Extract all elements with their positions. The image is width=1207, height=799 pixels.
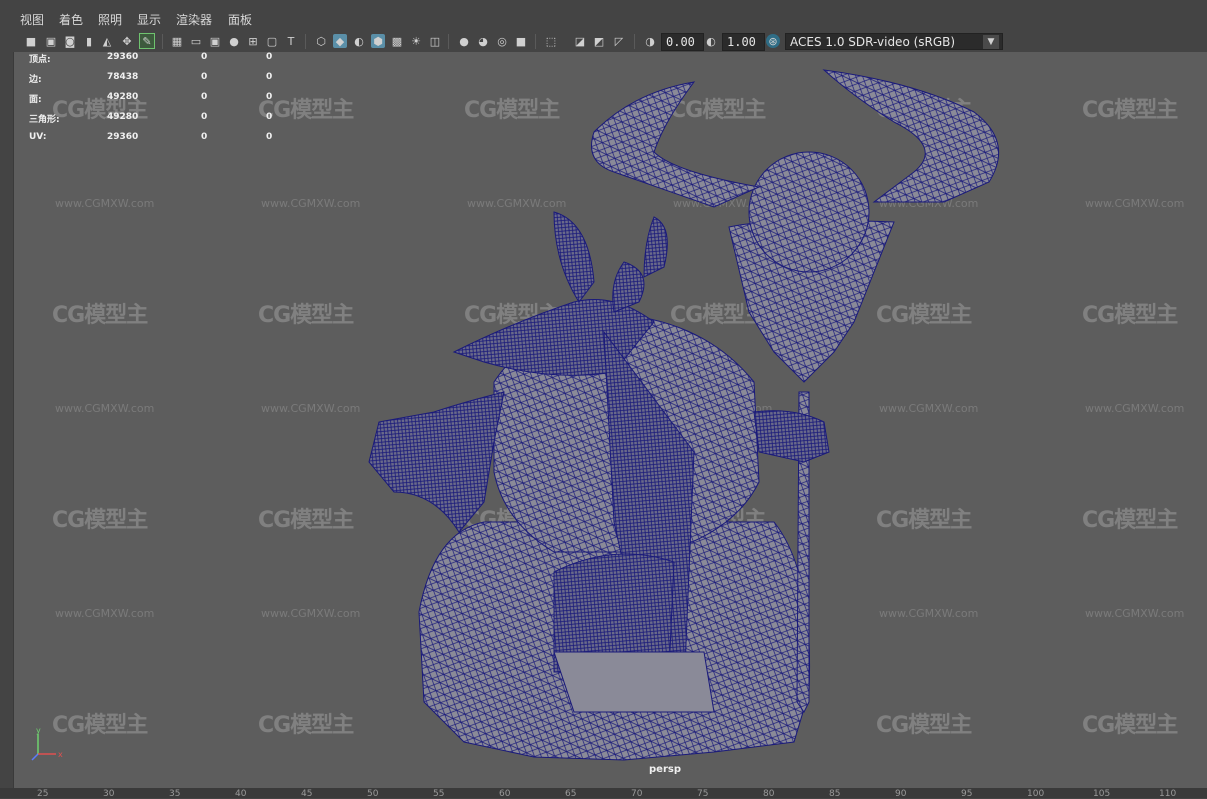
flat-shade-icon[interactable]: ◐ [352,34,366,48]
menu-panels[interactable]: 面板 [228,11,252,28]
smooth-shade-icon[interactable]: ◆ [333,34,347,48]
safe-title-icon[interactable]: T [284,34,298,48]
ambient-occlusion-icon[interactable]: ● [457,34,471,48]
left-panel-edge [0,52,13,788]
hud-uv: 0 [266,72,273,82]
hud-selected: 0 [201,112,208,122]
color-space-value: ACES 1.0 SDR-video (sRGB) [790,35,956,49]
menu-view[interactable]: 视图 [20,11,44,28]
toolbar-separator [634,34,635,49]
hud-label: 面: [29,95,42,105]
menu-lighting[interactable]: 照明 [98,11,122,28]
field-chart-icon[interactable]: ⊞ [246,34,260,48]
menu-bar: 视图 着色 照明 显示 渲染器 面板 [0,0,1207,32]
anti-alias-icon[interactable]: ◎ [495,34,509,48]
select-camera-icon[interactable]: ■ [24,34,38,48]
axis-x-label: x [58,750,63,759]
xray-icon[interactable]: ◪ [573,34,587,48]
hud-uv: 0 [266,112,273,122]
menu-show[interactable]: 显示 [137,11,161,28]
hud-selected: 0 [201,132,208,142]
color-management-icon[interactable]: ⊛ [766,34,780,48]
toolbar-separator [162,34,163,49]
hud-uv: 0 [266,132,273,142]
safe-action-icon[interactable]: ▢ [265,34,279,48]
menu-renderer[interactable]: 渲染器 [176,11,212,28]
hud-total: 29360 [107,52,139,62]
hud-uv: 0 [266,92,273,102]
toolbar-separator [535,34,536,49]
hud-total: 78438 [107,72,139,82]
hud-total: 49280 [107,92,139,102]
hud-selected: 0 [201,72,208,82]
depth-of-field-icon[interactable]: ■ [514,34,528,48]
isolate-select-icon[interactable]: ⬚ [544,34,558,48]
gamma-icon[interactable]: ◐ [704,34,718,48]
axis-y-label: y [36,726,41,735]
perspective-viewport[interactable]: CG模型主 CG模型主 CG模型主 CG模型主 CG模型主 CG模型主 CG模型主 CG模型主… [13,52,1207,788]
exposure-field[interactable]: 0.00 [661,33,704,51]
camera-name-label: persp [649,764,681,775]
menu-shading[interactable]: 着色 [59,11,83,28]
xray-joints-icon[interactable]: ◩ [592,34,606,48]
panel-toolbar: ■ ▣ ◙ ▮ ◭ ✥ ✎ ▦ ▭ ▣ ● ⊞ ▢ T ⬡ ◆ ◐ ⬢ ▩ ☀ … [0,31,1207,52]
textured-icon[interactable]: ▩ [390,34,404,48]
grid-icon[interactable]: ▦ [170,34,184,48]
resolution-gate-icon[interactable]: ▣ [208,34,222,48]
axis-gizmo-icon: y x [31,726,63,761]
camera-attrs-icon[interactable]: ▣ [44,34,58,48]
hud-total: 29360 [107,132,139,142]
grease-pencil-icon[interactable]: ✎ [139,33,155,49]
chevron-down-icon: ▼ [983,35,999,49]
exposure-icon[interactable]: ◑ [643,34,657,48]
lighting-icon[interactable]: ☀ [409,34,423,48]
bookmark-icon[interactable]: ▮ [82,34,96,48]
hud-total: 49280 [107,112,139,122]
film-gate-icon[interactable]: ▭ [189,34,203,48]
hud-uv: 0 [266,52,273,62]
toolbar-separator [305,34,306,49]
gamma-field[interactable]: 1.00 [722,33,765,51]
2d-pan-icon[interactable]: ✥ [120,34,134,48]
backface-icon[interactable]: ◸ [612,34,626,48]
shadows-icon[interactable]: ◫ [428,34,442,48]
model-wireframe[interactable] [14,52,1207,788]
hud-label: 边: [29,75,42,85]
wireframe-icon[interactable]: ⬡ [314,34,328,48]
motion-blur-icon[interactable]: ◕ [476,34,490,48]
hud-selected: 0 [201,52,208,62]
color-space-dropdown[interactable]: ACES 1.0 SDR-video (sRGB) ▼ [785,33,1003,50]
hud-label: 顶点: [29,55,51,65]
hud-label: UV: [29,132,47,142]
wireframe-on-shaded-icon[interactable]: ⬢ [371,34,385,48]
hud-selected: 0 [201,92,208,102]
image-plane-icon[interactable]: ◭ [100,34,114,48]
toolbar-separator [448,34,449,49]
hud-label: 三角形: [29,115,60,125]
gate-mask-icon[interactable]: ● [227,34,241,48]
camera-icon[interactable]: ◙ [63,34,77,48]
timeline-ruler[interactable]: 25 30 35 40 45 50 55 60 65 70 75 80 85 90 95 100 105 110 [0,788,1207,799]
